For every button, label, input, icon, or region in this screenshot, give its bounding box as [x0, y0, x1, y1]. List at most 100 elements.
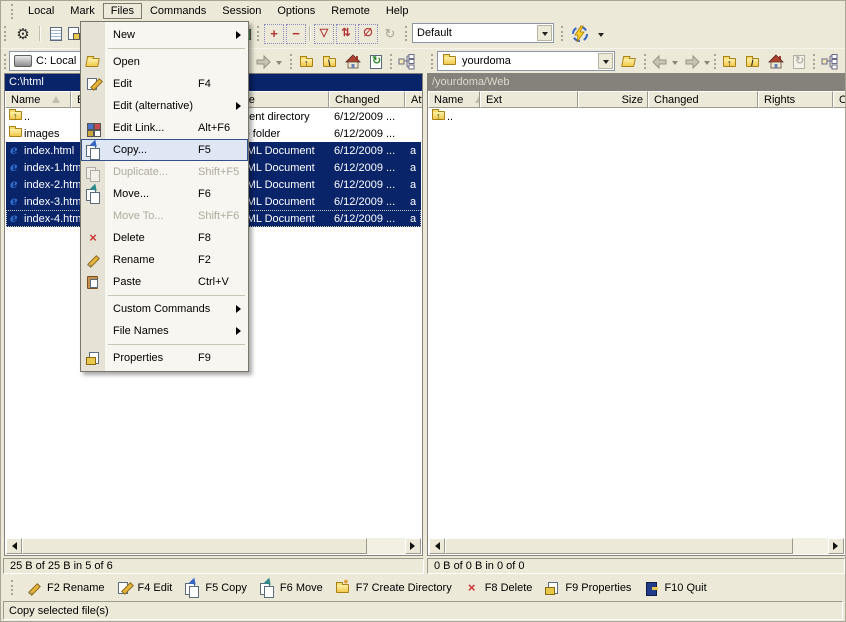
column-header-name[interactable]: Name	[5, 91, 71, 108]
forward-remote-dropdown-icon[interactable]	[701, 53, 713, 71]
fn-button-f8-delete[interactable]: ×F8 Delete	[458, 578, 539, 598]
menubar-item-remote[interactable]: Remote	[323, 3, 378, 19]
menu-item-move-to[interactable]: Move To...Shift+F6	[81, 205, 248, 227]
remote-path-dropdown[interactable]	[598, 53, 613, 69]
home-directory-icon[interactable]	[342, 51, 364, 73]
fn-button-f6-move[interactable]: F6 Move	[253, 578, 329, 598]
tree-view-local-icon[interactable]	[396, 51, 418, 73]
toolbar1-grip3[interactable]	[405, 26, 410, 41]
column-header-owner[interactable]: Owner	[833, 91, 845, 108]
menubar-item-commands[interactable]: Commands	[142, 3, 214, 19]
cancel-icon[interactable]: ∅	[358, 24, 378, 44]
remote-hscrollbar[interactable]	[429, 538, 844, 554]
toolbar2-grip3[interactable]	[390, 54, 395, 69]
menu-item-shortcut: F8	[198, 232, 211, 244]
local-hscrollbar[interactable]	[6, 538, 421, 554]
menubar-item-help[interactable]: Help	[378, 3, 417, 19]
scroll-thumb[interactable]	[445, 538, 793, 554]
unselect-minus-icon[interactable]: −	[286, 24, 306, 44]
column-header-changed[interactable]: Changed	[648, 91, 758, 108]
menubar-item-local[interactable]: Local	[20, 3, 62, 19]
column-header-name[interactable]: Name	[428, 91, 480, 108]
menu-item-delete[interactable]: ×DeleteF8	[81, 227, 248, 249]
rename-icon: ..	[85, 252, 101, 268]
menubar-grip[interactable]	[11, 4, 16, 19]
synchronize-arrows-icon[interactable]: ⇅	[336, 24, 356, 44]
toolbar2-grip7[interactable]	[813, 54, 818, 69]
parent-directory-icon[interactable]: ↑	[296, 51, 318, 73]
root-directory-icon[interactable]: \	[319, 51, 341, 73]
menubar-item-options[interactable]: Options	[269, 3, 323, 19]
column-header-size[interactable]: Size	[578, 91, 648, 108]
column-header-rights[interactable]: Rights	[758, 91, 833, 108]
fn-button-f10-quit[interactable]: F10 Quit	[637, 578, 712, 598]
refresh-local-icon[interactable]: ↻	[365, 51, 387, 73]
fn-button-f9-properties[interactable]: F9 Properties	[538, 578, 637, 598]
select-plus-icon[interactable]: +	[264, 24, 284, 44]
toolbar1-grip[interactable]	[4, 26, 9, 41]
scroll-right-button[interactable]	[405, 538, 421, 554]
menu-item-paste[interactable]: PasteCtrl+V	[81, 271, 248, 293]
remote-path-title[interactable]: /yourdoma/Web	[428, 74, 845, 91]
scroll-right-button[interactable]	[828, 538, 844, 554]
menu-item-file-names[interactable]: File Names	[81, 320, 248, 342]
menu-item-duplicate[interactable]: Duplicate...Shift+F5	[81, 161, 248, 183]
synchronize-lightning-icon[interactable]	[567, 23, 593, 45]
toolbar1-grip2[interactable]	[257, 26, 262, 41]
toolbar2-grip4[interactable]	[431, 54, 436, 69]
home-directory-remote-icon[interactable]	[765, 51, 787, 73]
back-dropdown-icon[interactable]	[669, 53, 681, 71]
menu-item-open[interactable]: Open	[81, 51, 248, 73]
menubar-item-session[interactable]: Session	[214, 3, 269, 19]
menubar-item-mark[interactable]: Mark	[62, 3, 102, 19]
session-preset-dropdown[interactable]	[537, 25, 552, 41]
open-folder-icon	[85, 54, 101, 70]
menubar: LocalMarkFilesCommandsSessionOptionsRemo…	[1, 1, 845, 21]
scroll-left-button[interactable]	[429, 538, 445, 554]
menu-item-edit-alternative[interactable]: Edit (alternative)	[81, 95, 248, 117]
copy-icon	[184, 580, 200, 596]
file-row[interactable]: ↑..	[429, 108, 844, 125]
column-header-changed[interactable]: Changed	[329, 91, 405, 108]
fn-button-f7-create-directory[interactable]: *F7 Create Directory	[329, 578, 458, 598]
menu-item-edit-link[interactable]: Edit Link...Alt+F6	[81, 117, 248, 139]
menu-item-custom-commands[interactable]: Custom Commands	[81, 298, 248, 320]
refresh-remote-disabled-icon[interactable]: ↻	[788, 51, 810, 73]
files-menu: New OpenEditF4Edit (alternative)Edit Link…	[80, 21, 249, 372]
menu-item-edit[interactable]: EditF4	[81, 73, 248, 95]
back-arrow-icon[interactable]	[649, 51, 671, 73]
scroll-left-button[interactable]	[6, 538, 22, 554]
fn-button-f2-rename[interactable]: ..F2 Rename	[20, 578, 110, 598]
open-directory-icon[interactable]	[618, 51, 640, 73]
refresh-disabled-icon[interactable]: ↻	[380, 25, 400, 43]
scroll-thumb[interactable]	[22, 538, 367, 554]
remote-path-combo[interactable]: yourdoma	[437, 51, 615, 71]
fn-button-f4-edit[interactable]: F4 Edit	[110, 578, 178, 598]
root-directory-remote-icon[interactable]: /	[742, 51, 764, 73]
menu-item-new[interactable]: New	[81, 24, 248, 46]
forward-arrow-remote-icon[interactable]	[681, 51, 703, 73]
column-header-ext[interactable]: Ext	[480, 91, 578, 108]
forward-arrow-icon[interactable]	[252, 51, 274, 73]
menu-item-shortcut: F6	[198, 188, 211, 200]
html-icon: e	[8, 194, 24, 210]
parent-directory-remote-icon[interactable]: ↑	[719, 51, 741, 73]
menu-item-properties[interactable]: PropertiesF9	[81, 347, 248, 369]
menu-item-move[interactable]: Move...F6	[81, 183, 248, 205]
tree-view-remote-icon[interactable]	[819, 51, 841, 73]
fn-button-f5-copy[interactable]: F5 Copy	[178, 578, 253, 598]
forward-dropdown-icon[interactable]	[273, 53, 285, 71]
filter-funnel-icon[interactable]: ▽	[314, 24, 334, 44]
toolbar1-grip4[interactable]	[561, 26, 566, 41]
preferences-gear-icon[interactable]: ⚙	[12, 23, 34, 45]
lightning-dropdown-icon[interactable]	[595, 25, 607, 43]
function-key-bar: ..F2 RenameF4 EditF5 CopyF6 Move*F7 Crea…	[1, 577, 845, 598]
column-header-attr[interactable]: Attr	[405, 91, 422, 108]
session-preset-combo[interactable]: Default	[412, 23, 554, 43]
toolbar2-grip2[interactable]	[290, 54, 295, 69]
menu-item-rename[interactable]: ..RenameF2	[81, 249, 248, 271]
menubar-item-files[interactable]: Files	[103, 3, 142, 19]
fnbar-grip[interactable]	[11, 580, 16, 595]
menu-item-copy[interactable]: Copy...F5	[81, 139, 248, 161]
file-changed: 6/12/2009 ...	[330, 111, 406, 123]
